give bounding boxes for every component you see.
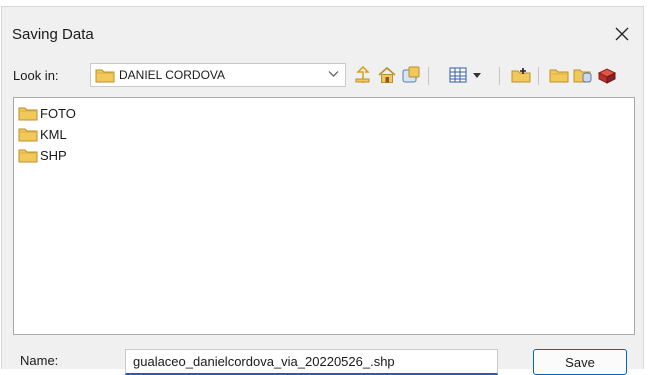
- database-connection-button[interactable]: [400, 64, 422, 86]
- list-item-shp[interactable]: SHP: [18, 146, 67, 164]
- new-file-geodatabase-button[interactable]: [572, 64, 594, 86]
- folder-icon: [18, 128, 38, 142]
- view-menu-icon: [449, 67, 481, 83]
- new-file-geodatabase-icon: [573, 69, 592, 83]
- connect-to-folder-button[interactable]: [510, 64, 532, 86]
- file-list[interactable]: FOTO KML SHP: [13, 97, 635, 335]
- folder-icon: [18, 149, 38, 163]
- look-in-dropdown[interactable]: DANIEL CORDOVA: [90, 63, 346, 87]
- look-in-value: DANIEL CORDOVA: [119, 68, 226, 82]
- list-item-label: FOTO: [40, 105, 76, 121]
- title-bar: Saving Data: [2, 7, 643, 55]
- home-icon: [378, 66, 396, 83]
- close-button[interactable]: [611, 23, 633, 45]
- connect-to-folder-icon: [511, 68, 531, 83]
- new-folder-icon: [549, 69, 569, 83]
- view-menu-button[interactable]: [448, 64, 484, 86]
- home-button[interactable]: [376, 64, 398, 86]
- new-folder-button[interactable]: [548, 64, 570, 86]
- list-item-label: SHP: [40, 147, 67, 163]
- toolbar-separator: [428, 67, 429, 85]
- chevron-down-icon: [328, 71, 339, 77]
- look-in-label: Look in:: [13, 68, 59, 83]
- toolbar-separator: [538, 67, 539, 85]
- save-button[interactable]: Save: [533, 349, 627, 375]
- up-one-level-icon: [355, 66, 370, 83]
- close-icon: [615, 27, 629, 41]
- up-one-level-button[interactable]: [352, 64, 374, 86]
- list-item-foto[interactable]: FOTO: [18, 104, 76, 122]
- list-item-kml[interactable]: KML: [18, 125, 67, 143]
- file-name-input[interactable]: gualaceo_danielcordova_via_20220526_.shp: [125, 349, 498, 375]
- dialog-title: Saving Data: [12, 26, 94, 43]
- saving-data-dialog: Saving Data Look in: DANIEL CORDOVA FOTO…: [1, 6, 644, 375]
- new-toolbox-icon: [597, 68, 617, 84]
- list-item-label: KML: [40, 126, 67, 142]
- folder-icon: [18, 107, 38, 121]
- database-connection-icon: [402, 66, 420, 83]
- new-toolbox-button[interactable]: [596, 64, 618, 86]
- folder-icon: [95, 69, 115, 83]
- toolbar-separator: [499, 67, 500, 85]
- name-label: Name:: [20, 353, 59, 368]
